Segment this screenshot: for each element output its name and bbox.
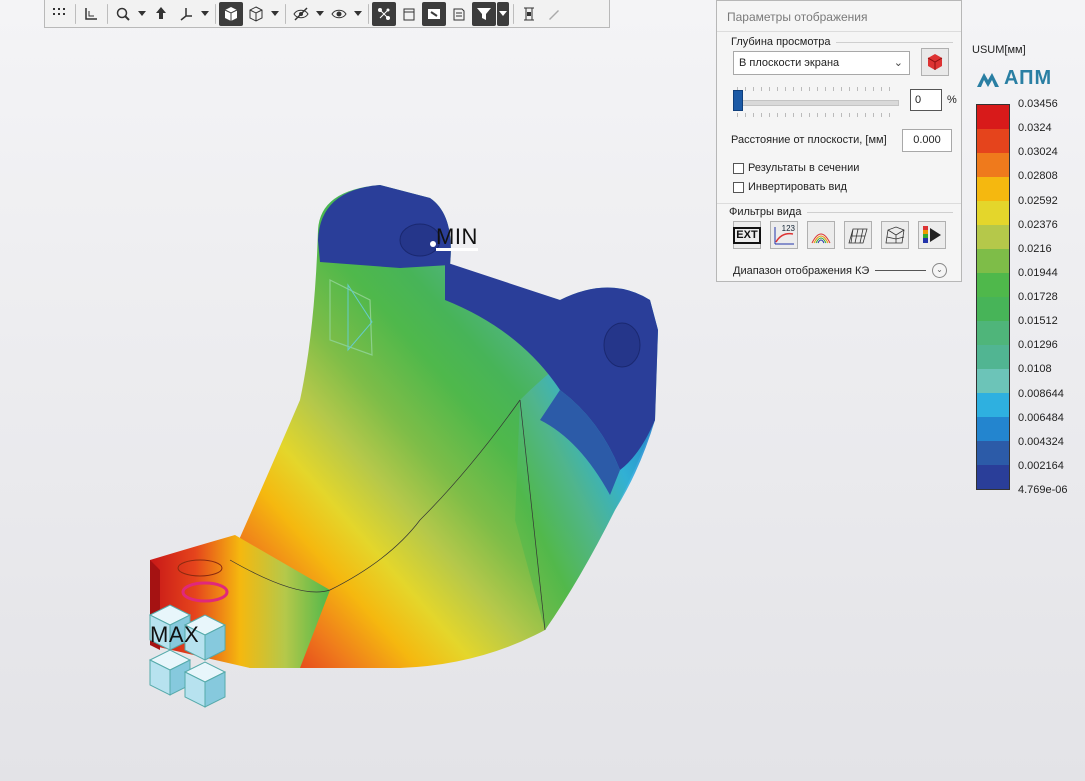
- color-scale-band: [977, 225, 1009, 249]
- color-scale-band: [977, 273, 1009, 297]
- color-scale-band: [977, 441, 1009, 465]
- clip-cube-button[interactable]: [921, 48, 949, 76]
- depth-section-label: Глубина просмотра: [731, 36, 831, 48]
- fixed-support-icon: [148, 604, 227, 708]
- panel-title: Параметры отображения: [717, 1, 961, 32]
- apm-logo-icon: [977, 72, 999, 87]
- animation-filter-button[interactable]: [918, 221, 946, 249]
- ext-filter-button[interactable]: EXT: [733, 221, 761, 249]
- mesh-filter-button[interactable]: [844, 221, 872, 249]
- distance-input[interactable]: 0.000: [902, 129, 952, 152]
- color-scale-label: 0.03456: [1018, 98, 1058, 110]
- percent-unit: %: [947, 94, 957, 106]
- numeric-filter-button[interactable]: 123: [770, 221, 798, 249]
- display-params-panel: Параметры отображения Глубина просмотра …: [716, 0, 962, 282]
- invert-view-label: Инвертировать вид: [748, 181, 847, 193]
- color-scale-label: 0.02592: [1018, 194, 1058, 207]
- depth-slider-thumb[interactable]: [733, 90, 743, 111]
- color-scale-label: 0.006484: [1018, 411, 1064, 424]
- color-scale-band: [977, 321, 1009, 345]
- results-in-section-label: Результаты в сечении: [748, 162, 860, 174]
- numeric-filter-label: 123: [781, 224, 795, 233]
- color-scale-band: [977, 177, 1009, 201]
- color-scale-band: [977, 465, 1009, 489]
- chevron-down-icon: ⌄: [893, 57, 903, 69]
- color-scale-label: 0.03024: [1018, 146, 1058, 159]
- color-scale-band: [977, 369, 1009, 393]
- color-scale-label: 4.769e-06: [1018, 484, 1068, 496]
- deformed-mesh-filter-button[interactable]: [881, 221, 909, 249]
- color-scale-label: 0.0108: [1018, 363, 1052, 376]
- filters-section-header: Фильтры вида: [717, 203, 961, 220]
- isolines-filter-button[interactable]: [807, 221, 835, 249]
- depth-mode-value: В плоскости экрана: [739, 57, 840, 69]
- color-scale-band: [977, 417, 1009, 441]
- distance-label: Расстояние от плоскости, [мм]: [731, 134, 887, 146]
- view-filters: EXT 123: [733, 221, 946, 249]
- color-scale-label: 0.004324: [1018, 435, 1064, 448]
- filters-section-label: Фильтры вида: [729, 206, 802, 218]
- isolines-icon: [811, 233, 831, 244]
- range-divider: [875, 270, 926, 271]
- color-scale-band: [977, 345, 1009, 369]
- color-scale-label: 0.008644: [1018, 387, 1064, 400]
- legend-title: USUM[мм]: [972, 44, 1026, 56]
- deformed-mesh-icon: [885, 226, 905, 244]
- color-scale-bar: [976, 104, 1010, 490]
- color-scale-label: 0.02376: [1018, 218, 1058, 231]
- results-in-section-checkbox[interactable]: Результаты в сечении: [733, 162, 859, 174]
- slider-ticks-top: [737, 87, 897, 91]
- color-scale-band: [977, 201, 1009, 225]
- color-scale-band: [977, 249, 1009, 273]
- depth-mode-select[interactable]: В плоскости экрана ⌄: [733, 51, 910, 75]
- red-cube-icon: [927, 54, 943, 70]
- min-label: MIN: [436, 224, 478, 251]
- depth-slider-track[interactable]: [737, 100, 899, 106]
- expand-chevron-icon[interactable]: ⌄: [932, 263, 947, 278]
- model-viewport[interactable]: [0, 0, 715, 781]
- color-scale-band: [977, 153, 1009, 177]
- invert-view-checkbox[interactable]: Инвертировать вид: [733, 181, 847, 193]
- checkbox-box[interactable]: [733, 181, 744, 193]
- ext-filter-label: EXT: [733, 226, 761, 244]
- color-scale-band: [977, 129, 1009, 153]
- color-scale-label: 0.01296: [1018, 339, 1058, 352]
- color-scale-label: 0.01512: [1018, 315, 1058, 328]
- top-hole: [399, 223, 441, 257]
- mesh-icon: [848, 228, 868, 244]
- checkbox-box[interactable]: [733, 162, 744, 174]
- max-label: MAX: [150, 622, 200, 647]
- apm-logo: АПМ: [976, 67, 1052, 90]
- fe-range-row[interactable]: Диапазон отображения КЭ ⌄: [733, 263, 947, 278]
- color-scale-label: 0.002164: [1018, 459, 1064, 472]
- color-scale-label: 0.0324: [1018, 122, 1052, 135]
- depth-percent-input[interactable]: 0: [910, 89, 942, 111]
- color-scale-label: 0.02808: [1018, 170, 1058, 183]
- color-scale-label: 0.01944: [1018, 266, 1058, 279]
- fe-range-label: Диапазон отображения КЭ: [733, 264, 870, 277]
- color-scale-label: 0.01728: [1018, 291, 1058, 303]
- slider-ticks-bottom: [737, 113, 897, 117]
- play-scale-icon: [923, 226, 941, 243]
- color-scale-band: [977, 297, 1009, 321]
- color-scale-band: [977, 393, 1009, 417]
- apm-logo-text: АПМ: [1004, 67, 1053, 89]
- color-scale-label: 0.0216: [1018, 242, 1052, 255]
- color-scale-band: [977, 105, 1009, 129]
- right-hole: [603, 322, 641, 368]
